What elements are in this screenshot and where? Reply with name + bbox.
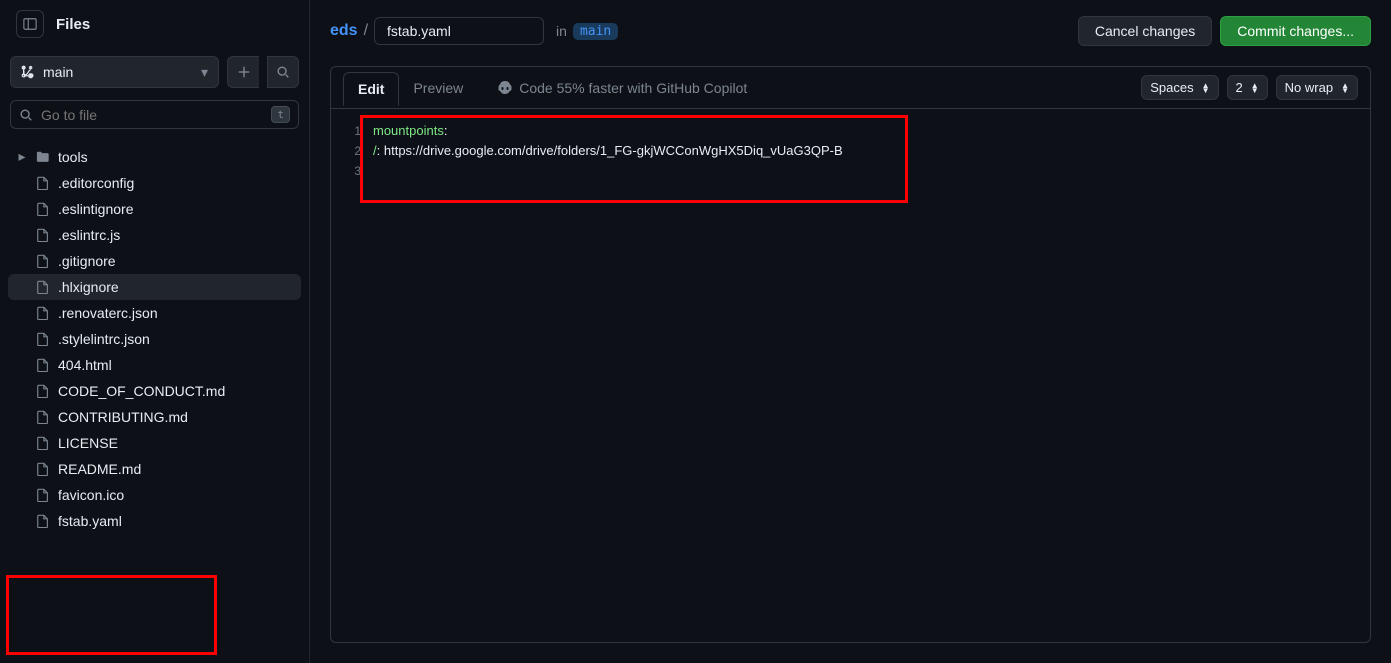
tree-item-label: 404.html [58,357,112,373]
tree-item-label: .eslintignore [58,201,134,217]
tree-file[interactable]: .editorconfig [8,170,301,196]
file-icon [36,176,50,190]
file-icon [36,410,50,424]
file-icon [36,280,50,294]
copilot-label: Code 55% faster with GitHub Copilot [519,80,747,96]
file-search[interactable]: t [10,100,299,129]
branch-select[interactable]: main ▾ [10,56,219,88]
tree-item-label: .stylelintrc.json [58,331,150,347]
file-icon [36,436,50,450]
yaml-punct: : [377,143,384,158]
file-icon [36,462,50,476]
add-file-button[interactable] [227,56,259,88]
search-input[interactable] [41,107,263,123]
file-tree[interactable]: ▸ tools .editorconfig .eslintignore .eslintr… [0,139,309,663]
tree-item-label: favicon.ico [58,487,124,503]
tree-file[interactable]: LICENSE [8,430,301,456]
yaml-key: mountpoints [373,123,444,138]
repo-link[interactable]: eds [330,22,358,40]
tree-item-label: fstab.yaml [58,513,122,529]
tree-item-label: LICENSE [58,435,118,451]
tree-file[interactable]: .stylelintrc.json [8,326,301,352]
chevron-right-icon: ▸ [16,148,28,165]
tree-file[interactable]: favicon.ico [8,482,301,508]
file-icon [36,332,50,346]
tree-file[interactable]: CONTRIBUTING.md [8,404,301,430]
branch-badge: main [573,23,618,40]
tree-file[interactable]: README.md [8,456,301,482]
tree-item-label: CODE_OF_CONDUCT.md [58,383,225,399]
caret-down-icon: ▾ [201,64,208,81]
filename-input[interactable] [374,17,544,45]
tree-folder[interactable]: ▸ tools [8,143,301,170]
tree-file[interactable]: .renovaterc.json [8,300,301,326]
tab-preview[interactable]: Preview [399,72,477,104]
updown-icon: ▲▼ [1251,83,1259,93]
file-icon [36,228,50,242]
updown-icon: ▲▼ [1341,83,1349,93]
tree-file[interactable]: .eslintignore [8,196,301,222]
copilot-icon [497,80,513,96]
indent-mode-select[interactable]: Spaces▲▼ [1141,75,1218,100]
search-icon [19,108,33,122]
tree-file[interactable]: .eslintrc.js [8,222,301,248]
tree-file[interactable]: fstab.yaml [8,508,301,534]
code-content[interactable]: mountpoints: /: https://drive.google.com… [373,121,1370,642]
file-icon [36,358,50,372]
tree-item-label: CONTRIBUTING.md [58,409,188,425]
sidebar: Files main ▾ t [0,0,310,663]
yaml-value: https://drive.google.com/drive/folders/1… [384,143,843,158]
tree-item-label: tools [58,149,88,165]
copilot-link[interactable]: Code 55% faster with GitHub Copilot [497,80,747,96]
tab-edit[interactable]: Edit [343,72,399,106]
tree-item-label: README.md [58,461,141,477]
file-icon [36,202,50,216]
file-icon [36,514,50,528]
branch-select-label: main [43,64,73,80]
breadcrumb: eds / in main [330,17,618,45]
line-gutter: 123 [331,121,373,642]
commit-button[interactable]: Commit changes... [1220,16,1371,46]
tree-file[interactable]: .hlxignore [8,274,301,300]
file-icon [36,306,50,320]
tree-item-label: .renovaterc.json [58,305,158,321]
cancel-button[interactable]: Cancel changes [1078,16,1212,46]
tree-file[interactable]: 404.html [8,352,301,378]
in-label: in [556,23,567,39]
folder-icon [36,150,50,164]
tree-file[interactable]: .gitignore [8,248,301,274]
yaml-punct: : [444,123,448,138]
collapse-panel-button[interactable] [16,10,44,38]
tree-item-label: .gitignore [58,253,116,269]
sidebar-title: Files [56,16,90,33]
branch-icon [21,65,35,79]
tree-item-label: .editorconfig [58,175,134,191]
file-icon [36,384,50,398]
wrap-select[interactable]: No wrap▲▼ [1276,75,1358,100]
search-button[interactable] [267,56,299,88]
main-panel: eds / in main Cancel changes Commit chan… [310,0,1391,663]
tree-item-label: .eslintrc.js [58,227,120,243]
file-icon [36,254,50,268]
updown-icon: ▲▼ [1202,83,1210,93]
file-icon [36,488,50,502]
breadcrumb-sep: / [364,22,368,40]
tree-item-label: .hlxignore [58,279,119,295]
search-shortcut: t [271,106,290,123]
code-editor[interactable]: 123 mountpoints: /: https://drive.google… [331,109,1370,642]
tree-file[interactable]: CODE_OF_CONDUCT.md [8,378,301,404]
indent-size-select[interactable]: 2▲▼ [1227,75,1268,100]
